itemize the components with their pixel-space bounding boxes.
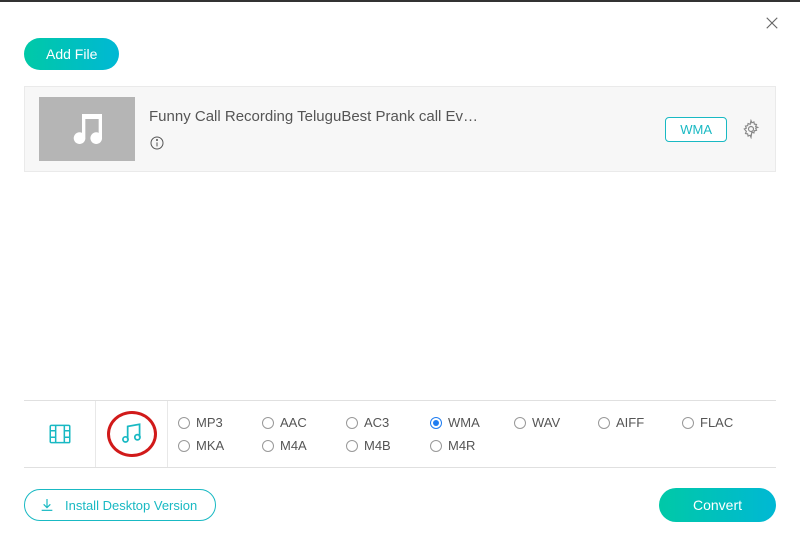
format-label: M4R xyxy=(448,438,475,453)
format-panel: MP3 AAC AC3 WMA WAV AIFF FLAC MKA M4A M4B M4R xyxy=(24,400,776,468)
radio-icon xyxy=(262,417,274,429)
radio-icon xyxy=(346,440,358,452)
format-label: AIFF xyxy=(616,415,644,430)
download-icon xyxy=(39,497,55,513)
bottom-bar: Install Desktop Version Convert xyxy=(24,488,776,522)
format-option-m4b[interactable]: M4B xyxy=(346,434,430,457)
film-icon xyxy=(47,421,73,447)
install-desktop-button[interactable]: Install Desktop Version xyxy=(24,489,216,521)
format-option-mp3[interactable]: MP3 xyxy=(178,411,262,434)
radio-icon xyxy=(682,417,694,429)
format-label: WMA xyxy=(448,415,480,430)
radio-icon xyxy=(178,417,190,429)
file-format-label: WMA xyxy=(680,122,712,137)
add-file-label: Add File xyxy=(46,46,97,62)
format-label: MKA xyxy=(196,438,224,453)
radio-icon xyxy=(430,440,442,452)
format-option-flac[interactable]: FLAC xyxy=(682,411,766,434)
format-option-mka[interactable]: MKA xyxy=(178,434,262,457)
convert-label: Convert xyxy=(693,497,742,513)
format-option-ac3[interactable]: AC3 xyxy=(346,411,430,434)
format-label: WAV xyxy=(532,415,560,430)
format-option-aac[interactable]: AAC xyxy=(262,411,346,434)
file-actions: WMA xyxy=(665,117,761,142)
tab-video[interactable] xyxy=(24,401,96,467)
music-note-icon xyxy=(67,109,107,149)
radio-icon xyxy=(598,417,610,429)
tab-audio[interactable] xyxy=(96,401,168,467)
radio-icon xyxy=(178,440,190,452)
format-option-m4a[interactable]: M4A xyxy=(262,434,346,457)
format-grid: MP3 AAC AC3 WMA WAV AIFF FLAC MKA M4A M4B M4R xyxy=(168,401,776,467)
music-icon xyxy=(119,421,145,447)
close-button[interactable] xyxy=(762,14,782,34)
radio-icon xyxy=(514,417,526,429)
file-format-badge[interactable]: WMA xyxy=(665,117,727,142)
format-label: FLAC xyxy=(700,415,733,430)
format-label: AC3 xyxy=(364,415,389,430)
add-file-button[interactable]: Add File xyxy=(24,38,119,70)
format-label: M4B xyxy=(364,438,391,453)
format-label: MP3 xyxy=(196,415,223,430)
radio-icon xyxy=(262,440,274,452)
format-option-aiff[interactable]: AIFF xyxy=(598,411,682,434)
install-desktop-label: Install Desktop Version xyxy=(65,498,197,513)
file-row: Funny Call Recording TeluguBest Prank ca… xyxy=(24,86,776,172)
gear-icon[interactable] xyxy=(741,119,761,139)
radio-icon xyxy=(346,417,358,429)
file-info: Funny Call Recording TeluguBest Prank ca… xyxy=(149,108,651,151)
radio-icon xyxy=(430,417,442,429)
file-title: Funny Call Recording TeluguBest Prank ca… xyxy=(149,108,489,125)
format-option-wav[interactable]: WAV xyxy=(514,411,598,434)
convert-button[interactable]: Convert xyxy=(659,488,776,522)
format-label: M4A xyxy=(280,438,307,453)
format-label: AAC xyxy=(280,415,307,430)
close-icon xyxy=(763,14,781,32)
format-option-wma[interactable]: WMA xyxy=(430,411,514,434)
file-thumbnail[interactable] xyxy=(39,97,135,161)
info-icon[interactable] xyxy=(149,135,165,151)
format-option-m4r[interactable]: M4R xyxy=(430,434,514,457)
